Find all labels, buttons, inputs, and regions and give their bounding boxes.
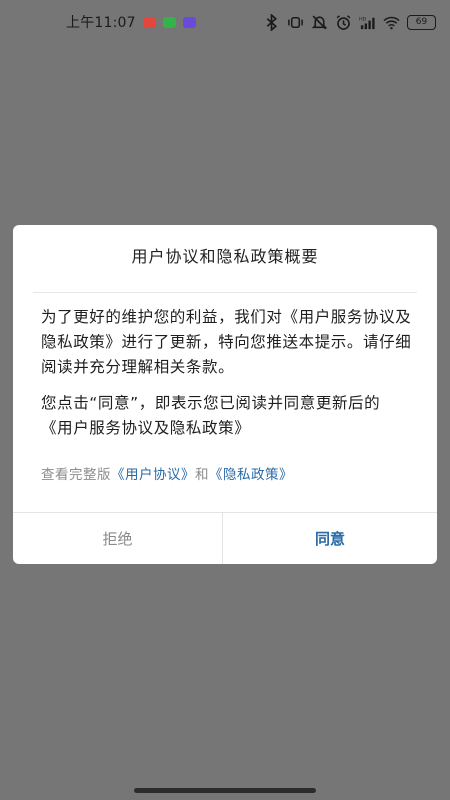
- svg-text:HD: HD: [359, 16, 367, 22]
- agreement-dialog: 用户协议和隐私政策概要 为了更好的维护您的利益，我们对《用户服务协议及隐私政策》…: [13, 225, 437, 564]
- battery-icon: 69: [407, 14, 436, 30]
- dialog-title: 用户协议和隐私政策概要: [131, 247, 319, 266]
- alarm-icon: [336, 14, 351, 30]
- mute-icon: [311, 15, 328, 29]
- status-time: 上午11:07: [66, 15, 136, 31]
- and-label: 和: [195, 467, 209, 483]
- privacy-policy-link[interactable]: 《隐私政策》: [209, 467, 293, 483]
- wifi-icon: [383, 16, 400, 29]
- user-agreement-link[interactable]: 《用户协议》: [111, 467, 195, 483]
- status-bar: 上午11:07 HD 69: [0, 0, 450, 44]
- status-bar-right: HD 69: [263, 13, 436, 31]
- agree-button[interactable]: 同意: [223, 513, 437, 564]
- dialog-paragraph-update: 为了更好的维护您的利益，我们对《用户服务协议及隐私政策》进行了更新，特向您推送本…: [41, 308, 412, 376]
- app-notification-badge-green: [162, 16, 176, 28]
- full-version-links: 查看完整版《用户协议》和《隐私政策》: [41, 463, 293, 483]
- view-full-version-label: 查看完整版: [41, 467, 111, 483]
- reject-button[interactable]: 拒绝: [13, 513, 222, 564]
- bluetooth-icon: [266, 13, 278, 31]
- status-bar-left: 上午11:07: [66, 12, 196, 32]
- home-indicator[interactable]: [134, 788, 316, 793]
- app-notification-badge-red: [142, 16, 156, 28]
- signal-hd-icon: HD: [359, 16, 375, 29]
- vibrate-icon: [288, 16, 303, 28]
- title-divider: [33, 292, 417, 293]
- dialog-paragraph-consent: 您点击“同意”，即表示您已阅读并同意更新后的 《用户服务协议及隐私政策》: [41, 394, 381, 437]
- app-notification-badge-purple: [182, 16, 196, 28]
